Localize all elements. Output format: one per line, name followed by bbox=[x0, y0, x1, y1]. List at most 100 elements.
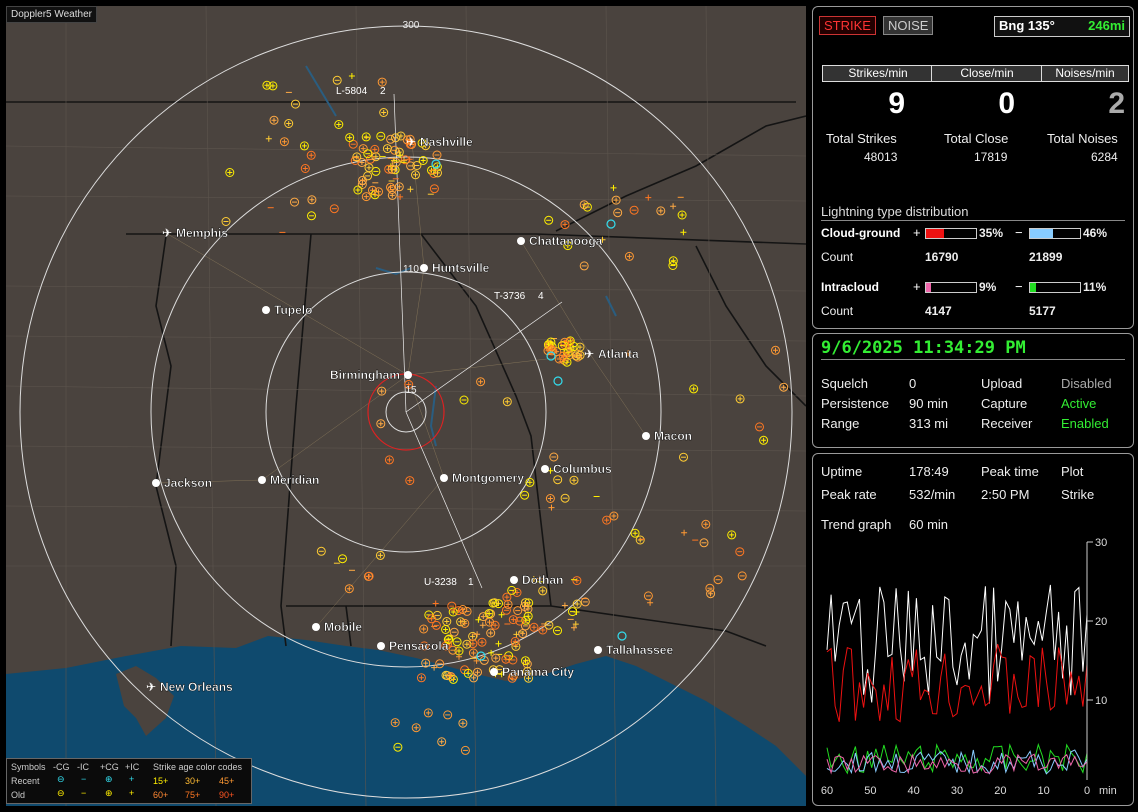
trend-x-tick-label: 0 bbox=[1084, 785, 1090, 797]
cg-negative-count: 21899 bbox=[1029, 250, 1063, 264]
airport-icon: ✈ bbox=[584, 347, 594, 361]
strike-sign-icon bbox=[421, 626, 427, 632]
city-label: Jackson bbox=[164, 476, 212, 490]
strike-sign-icon bbox=[443, 627, 449, 632]
legend-age-30: 30+ bbox=[185, 776, 201, 786]
total-noises-value: 6284 bbox=[1091, 150, 1118, 164]
strike-sign-icon bbox=[703, 521, 709, 527]
intracloud-label: Intracloud bbox=[821, 280, 880, 294]
city-chattanooga: Chattanooga bbox=[517, 234, 603, 248]
symbol-legend: Symbols -CG -IC +CG +IC Strike age color… bbox=[6, 758, 252, 804]
strike-sign-icon bbox=[381, 110, 387, 115]
legend-recent-pos-ic-icon: + bbox=[129, 774, 135, 784]
strike-ic-icon bbox=[647, 599, 654, 606]
uptime-value: 178:49 bbox=[909, 464, 949, 479]
strike-recent-icon bbox=[606, 219, 616, 229]
total-close-value: 17819 bbox=[974, 150, 1008, 164]
storm-id: L-5804 bbox=[336, 86, 368, 97]
map-canvas[interactable]: 300 110 15 L-5804 2 T-3736 4 U-3238 1 ✈ Nashvill… bbox=[6, 6, 806, 806]
uptime-label: Uptime bbox=[821, 464, 863, 479]
city-label: Columbus bbox=[553, 462, 612, 476]
strike-sign-icon bbox=[413, 172, 418, 178]
strike-sign-icon bbox=[729, 532, 735, 538]
legend-age-90: 90+ bbox=[219, 790, 235, 800]
city-mobile: Mobile bbox=[312, 620, 363, 634]
strike-sign-icon bbox=[366, 165, 372, 171]
storm-count: 4 bbox=[538, 291, 544, 302]
peak-time-value: 2:50 PM bbox=[981, 487, 1030, 502]
range-label: 110 bbox=[403, 264, 419, 275]
city-tupelo: Tupelo bbox=[262, 303, 313, 317]
legend-recent-neg-ic-icon: − bbox=[81, 774, 87, 784]
legend-age-45: 45+ bbox=[219, 776, 235, 786]
airport-icon: ✈ bbox=[406, 135, 416, 149]
city-panama-city: Panama City bbox=[490, 665, 575, 679]
trend-x-tick-label: 30 bbox=[951, 785, 963, 797]
status-separator bbox=[821, 359, 1125, 360]
strike-sign-icon bbox=[773, 347, 778, 353]
strike-sign-icon bbox=[366, 573, 372, 579]
legend-old-neg-cg-icon: ⊖ bbox=[57, 788, 65, 798]
legend-recent-label: Recent bbox=[11, 776, 40, 786]
plot-value[interactable]: Strike bbox=[1061, 487, 1094, 502]
city-meridian: Meridian bbox=[258, 473, 320, 487]
strike-recent-icon bbox=[617, 631, 627, 641]
strike-sign-icon bbox=[737, 396, 743, 402]
strike-sign-icon bbox=[478, 379, 484, 385]
strike-stats-panel: STRIKE NOISE Bng 135° 246mi Strikes/min … bbox=[812, 6, 1134, 329]
range-label: 300 bbox=[403, 20, 420, 31]
strike-sign-icon bbox=[227, 170, 233, 175]
city-atlanta: ✈ Atlanta bbox=[584, 347, 639, 361]
city-label: Dothan bbox=[522, 573, 563, 587]
total-strikes-label: Total Strikes bbox=[826, 131, 897, 146]
strike-sign-icon bbox=[420, 158, 426, 163]
city-dot-icon bbox=[517, 237, 525, 245]
storm-id: T-3736 bbox=[494, 291, 526, 302]
strike-sign-icon bbox=[626, 253, 632, 259]
strike-sign-icon bbox=[632, 530, 638, 536]
ic-negative-pct: 11% bbox=[1083, 280, 1107, 294]
strike-sign-icon bbox=[571, 477, 577, 483]
city-new-orleans: ✈ New Orleans bbox=[146, 680, 233, 694]
strike-sign-icon bbox=[347, 135, 353, 141]
city-birmingham: Birmingham bbox=[330, 368, 412, 382]
city-label: Meridian bbox=[270, 473, 319, 487]
trend-x-tick-label: 40 bbox=[908, 785, 920, 797]
legend-recent-neg-cg-icon: ⊖ bbox=[57, 774, 65, 784]
city-dot-icon bbox=[262, 306, 270, 314]
noise-mode-button[interactable]: NOISE bbox=[883, 16, 934, 35]
persistence-label: Persistence bbox=[821, 396, 889, 411]
strike-ic-icon bbox=[681, 529, 688, 536]
strike-sign-icon bbox=[281, 139, 287, 145]
city-label: Pensacola bbox=[389, 639, 449, 653]
bearing-distance: 246mi bbox=[1088, 18, 1125, 33]
airport-icon: ✈ bbox=[146, 680, 156, 694]
trend-x-tick-label: 10 bbox=[1038, 785, 1050, 797]
trend-x-tick-label: 50 bbox=[864, 785, 876, 797]
strike-sign-icon bbox=[531, 624, 537, 630]
city-macon: Macon bbox=[642, 429, 692, 443]
trend-y-tick-label: 30 bbox=[1095, 537, 1107, 549]
airport-icon: ✈ bbox=[162, 226, 172, 240]
strike-mode-button[interactable]: STRIKE bbox=[819, 16, 876, 35]
city-pensacola: Pensacola bbox=[377, 639, 449, 653]
strike-recent-icon bbox=[553, 376, 563, 386]
trend-graph-label: Trend graph bbox=[821, 517, 892, 532]
city-dot-icon bbox=[594, 646, 602, 654]
strike-sign-icon bbox=[379, 79, 385, 85]
storm-cell-label: T-3736 4 bbox=[494, 291, 544, 302]
cloud-ground-label: Cloud-ground bbox=[821, 226, 901, 240]
strike-sign-icon bbox=[504, 399, 510, 405]
city-label: Tupelo bbox=[274, 303, 312, 317]
close-per-min-header: Close/min bbox=[931, 65, 1043, 82]
strike-sign-icon bbox=[301, 143, 307, 149]
legend-old-neg-ic-icon: − bbox=[81, 788, 87, 798]
city-dot-icon bbox=[404, 371, 412, 379]
lightning-map[interactable]: 300 110 15 L-5804 2 T-3736 4 U-3238 1 ✈ Nashvill… bbox=[6, 6, 806, 806]
strike-ic-icon bbox=[265, 135, 272, 142]
strike-sign-icon bbox=[386, 457, 392, 463]
city-label: Tallahassee bbox=[606, 643, 673, 657]
strike-sign-icon bbox=[522, 604, 527, 609]
noises-per-min-header: Noises/min bbox=[1041, 65, 1129, 82]
distribution-title: Lightning type distribution bbox=[821, 204, 969, 219]
